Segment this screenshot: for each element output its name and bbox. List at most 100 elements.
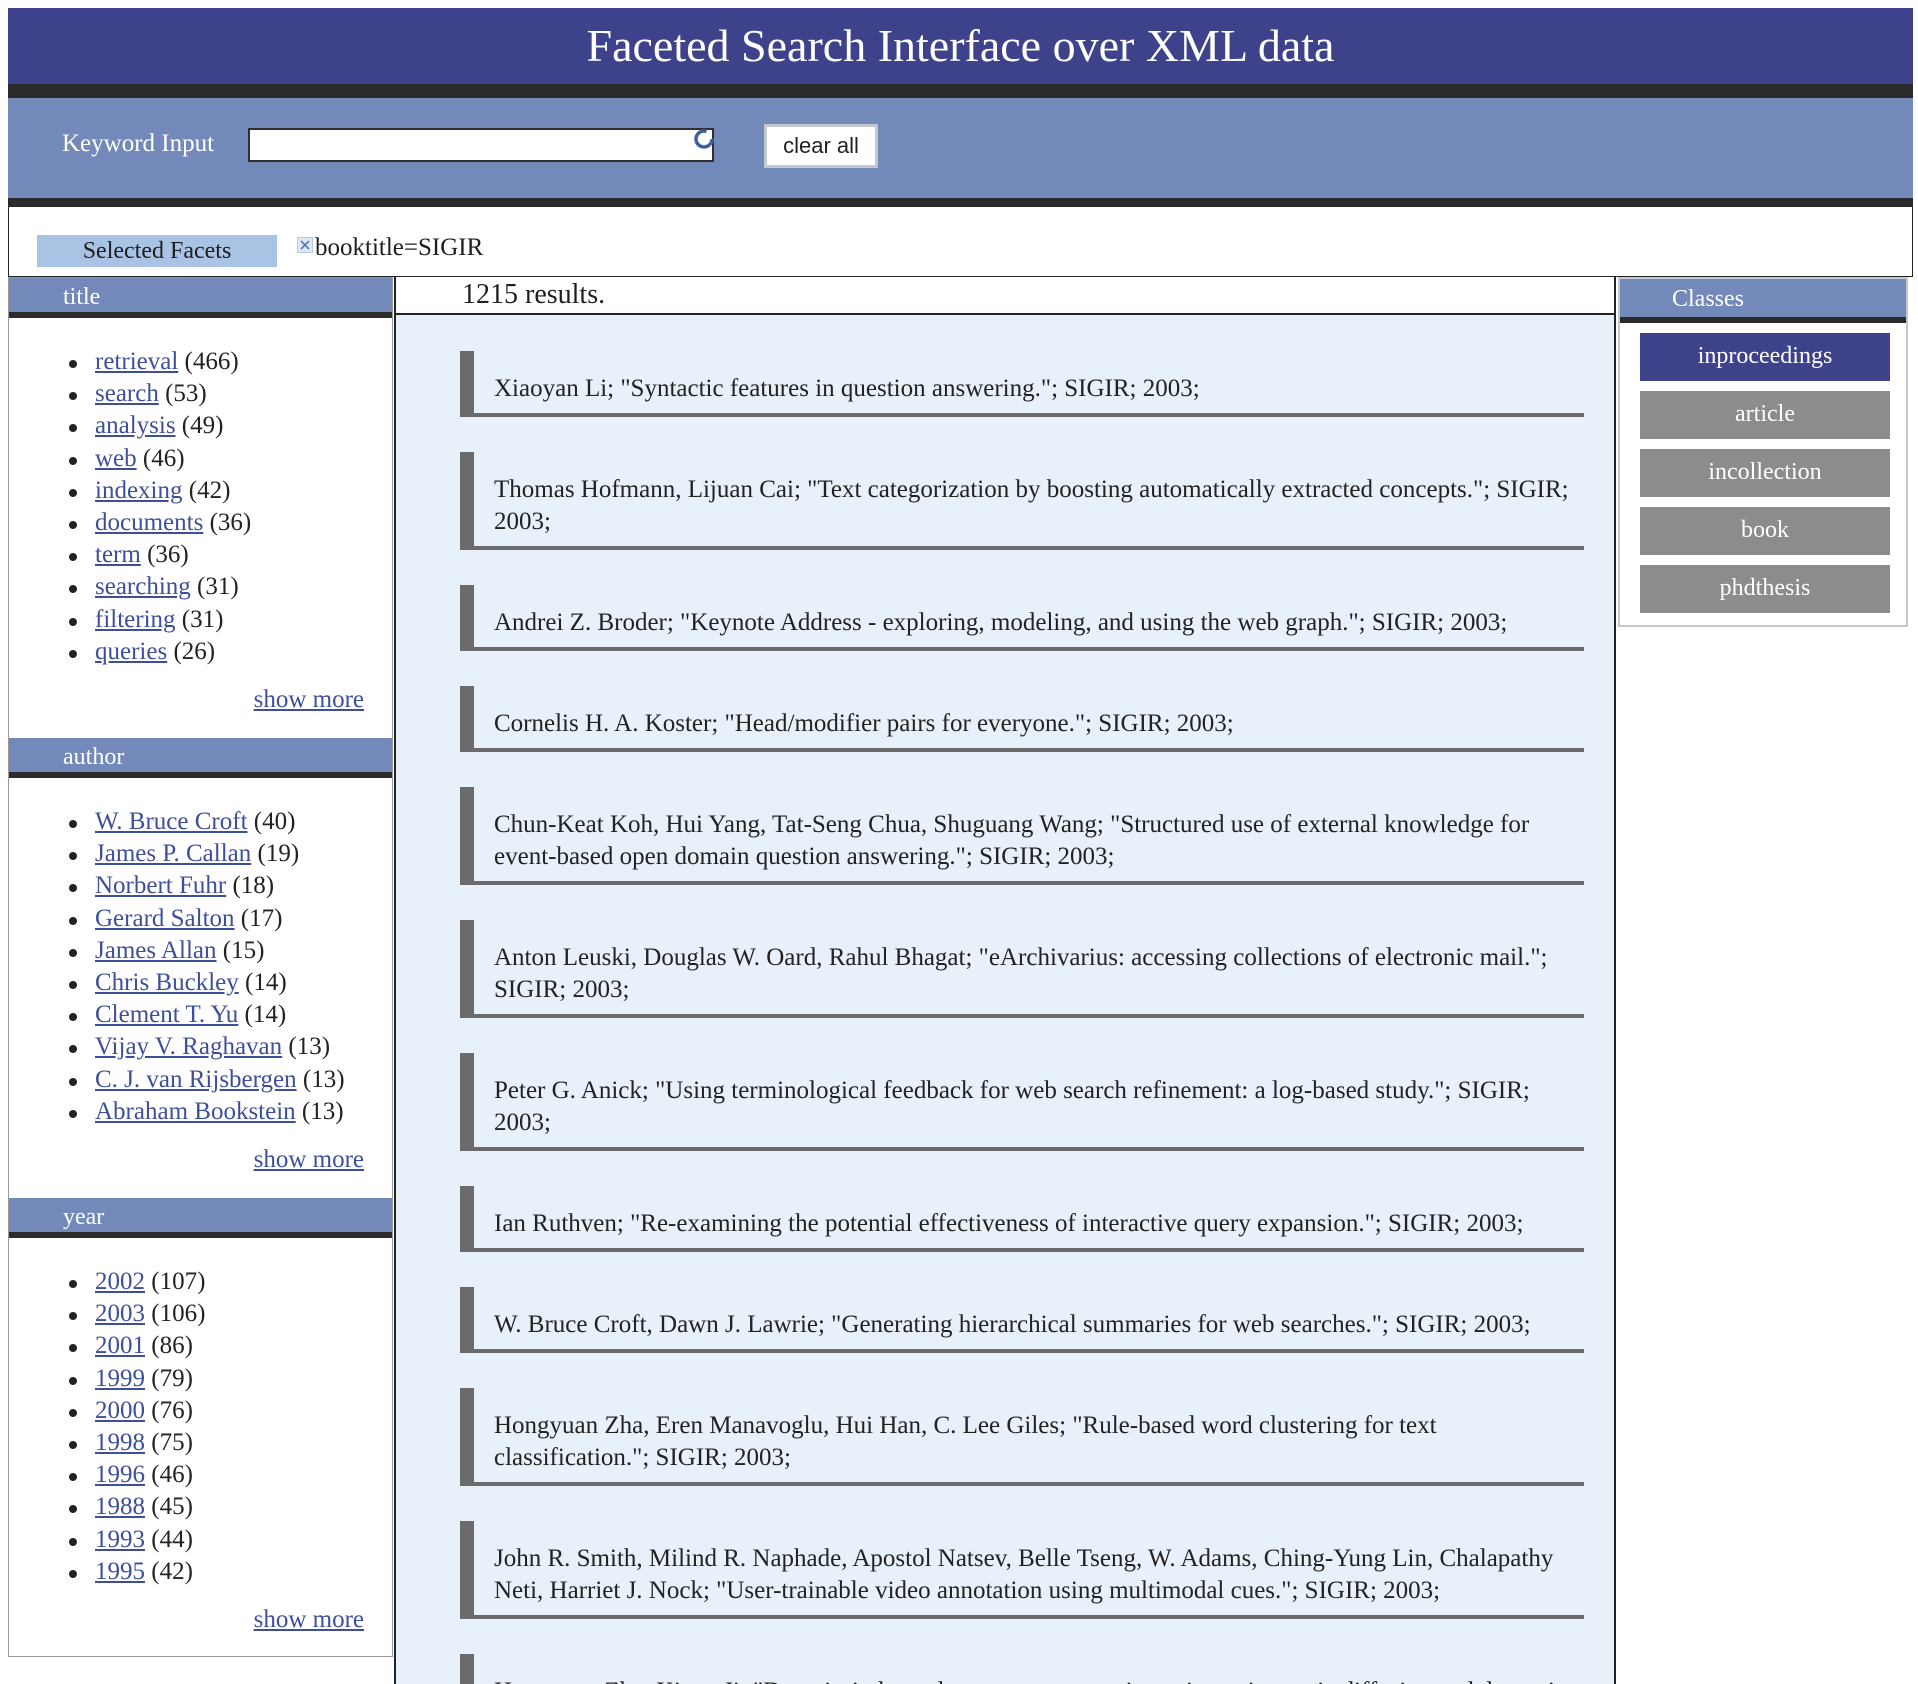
result-item[interactable]: Chun-Keat Koh, Hui Yang, Tat-Seng Chua, … [460,787,1584,885]
facet-item: 2001 (86) [65,1330,392,1362]
facet-link[interactable]: analysis [95,412,176,439]
facet-item: Norbert Fuhr (18) [65,870,392,902]
result-item[interactable]: Ian Ruthven; "Re-examining the potential… [460,1186,1584,1252]
facet-item: 1995 (42) [65,1556,392,1588]
facet-count: (79) [151,1364,193,1392]
show-more-link-year[interactable]: show more [9,1606,392,1648]
selected-facet-value: booktitle=SIGIR [315,234,484,261]
selected-facets-label: Selected Facets [37,235,277,267]
facet-sidebar: title retrieval (466) search (53) analysis … [8,277,393,1657]
facet-link[interactable]: term [95,541,141,568]
class-button-phdthesis[interactable]: phdthesis [1640,565,1890,613]
facet-count: (31) [181,605,224,633]
facet-link[interactable]: web [95,445,137,472]
class-button-inproceedings[interactable]: inproceedings [1640,333,1890,381]
facet-link[interactable]: Vijay V. Raghavan [95,1033,282,1060]
result-item[interactable]: W. Bruce Croft, Dawn J. Lawrie; "Generat… [460,1287,1584,1353]
facet-link[interactable]: documents [95,509,203,536]
facet-item: queries (26) [65,636,392,668]
facet-link[interactable]: 1996 [95,1461,145,1488]
facet-link[interactable]: queries [95,638,167,665]
facet-item: W. Bruce Croft (40) [65,806,392,838]
result-item[interactable]: Cornelis H. A. Koster; "Head/modifier pa… [460,686,1584,752]
facet-list-title: retrieval (466) search (53) analysis (49) w… [9,318,392,668]
facet-link[interactable]: 1993 [95,1526,145,1553]
facet-link[interactable]: 2002 [95,1268,145,1295]
facet-link[interactable]: Norbert Fuhr [95,872,226,899]
facet-link[interactable]: 1998 [95,1429,145,1456]
facet-count: (14) [245,969,287,997]
search-spinner-icon[interactable] [692,127,716,151]
facet-link[interactable]: Gerard Salton [95,905,235,932]
keyword-input-label: Keyword Input [62,130,215,157]
facet-item: analysis (49) [65,410,392,442]
facet-count: (76) [151,1396,193,1424]
facet-count: (46) [151,1461,193,1489]
facet-section-title: title retrieval (466) search (53) analysis … [9,278,392,738]
remove-facet-icon[interactable] [297,237,313,253]
facet-link[interactable]: James P. Callan [95,840,251,867]
facet-link[interactable]: W. Bruce Croft [95,808,248,835]
classes-panel: Classes inproceedings article incollection… [1618,277,1908,627]
class-list: inproceedings article incollection book phdt… [1620,333,1906,613]
facet-item: Chris Buckley (14) [65,967,392,999]
facet-link[interactable]: C. J. van Rijsbergen [95,1066,297,1093]
facet-link[interactable]: filtering [95,606,176,633]
result-item[interactable]: Hongyuan Zha, Xiang Ji; "Domain-independ… [460,1654,1584,1684]
result-item[interactable]: Thomas Hofmann, Lijuan Cai; "Text catego… [460,452,1584,550]
facet-header-author: author [9,738,392,778]
facet-item: 2000 (76) [65,1395,392,1427]
facet-link[interactable]: 1999 [95,1365,145,1392]
facet-link[interactable]: indexing [95,477,183,504]
facet-item: 1993 (44) [65,1524,392,1556]
facet-link[interactable]: search [95,380,159,407]
result-item[interactable]: Anton Leuski, Douglas W. Oard, Rahul Bha… [460,920,1584,1018]
facet-count: (46) [142,444,185,472]
facet-link[interactable]: Clement T. Yu [95,1001,238,1028]
show-more-link-author[interactable]: show more [9,1146,392,1188]
facet-list-year: 2002 (107) 2003 (106) 2001 (86) 1999 (79) 20… [9,1238,392,1588]
clear-all-button[interactable]: clear all [764,124,878,168]
facet-count: (17) [240,904,283,932]
facet-count: (53) [165,380,207,408]
class-button-article[interactable]: article [1640,391,1890,439]
results-panel: 1215 results. Xiaoyan Li; "Syntactic fea… [394,277,1616,1684]
facet-item: documents (36) [65,507,392,539]
facet-count: (107) [151,1268,206,1295]
facet-link[interactable]: 2000 [95,1397,145,1424]
facet-count: (36) [209,509,252,537]
facet-count: (19) [257,840,300,868]
facet-link[interactable]: Abraham Bookstein [95,1098,296,1125]
result-item[interactable]: Hongyuan Zha, Eren Manavoglu, Hui Han, C… [460,1388,1584,1486]
facet-count: (14) [244,1001,287,1029]
result-item[interactable]: Xiaoyan Li; "Syntactic features in quest… [460,351,1584,417]
result-item[interactable]: Peter G. Anick; "Using terminological fe… [460,1053,1584,1151]
facet-item: 1998 (75) [65,1427,392,1459]
facet-link[interactable]: 2001 [95,1332,145,1359]
keyword-input[interactable] [248,128,714,162]
facet-link[interactable]: 2003 [95,1300,145,1327]
facet-count: (13) [288,1033,331,1061]
show-more-link-title[interactable]: show more [9,686,392,728]
search-bar: Keyword Input clear all [8,98,1913,198]
facet-item: Abraham Bookstein (13) [65,1096,392,1128]
facet-link[interactable]: 1995 [95,1558,145,1585]
facet-link[interactable]: 1988 [95,1493,145,1520]
facet-count: (106) [151,1300,206,1328]
class-button-incollection[interactable]: incollection [1640,449,1890,497]
facet-item: searching (31) [65,571,392,603]
facet-item: 1988 (45) [65,1491,392,1523]
class-button-book[interactable]: book [1640,507,1890,555]
page-title: Faceted Search Interface over XML data [586,20,1335,71]
facet-link[interactable]: James Allan [95,937,217,964]
facet-link[interactable]: Chris Buckley [95,969,239,996]
facet-item: Vijay V. Raghavan (13) [65,1031,392,1063]
facet-count: (31) [197,573,239,601]
result-item[interactable]: John R. Smith, Milind R. Naphade, Aposto… [460,1521,1584,1619]
facet-item: 2003 (106) [65,1298,392,1330]
facet-item: James Allan (15) [65,935,392,967]
facet-link[interactable]: retrieval [95,348,178,375]
facet-link[interactable]: searching [95,573,191,600]
facet-count: (13) [301,1097,344,1125]
result-item[interactable]: Andrei Z. Broder; "Keynote Address - exp… [460,585,1584,651]
